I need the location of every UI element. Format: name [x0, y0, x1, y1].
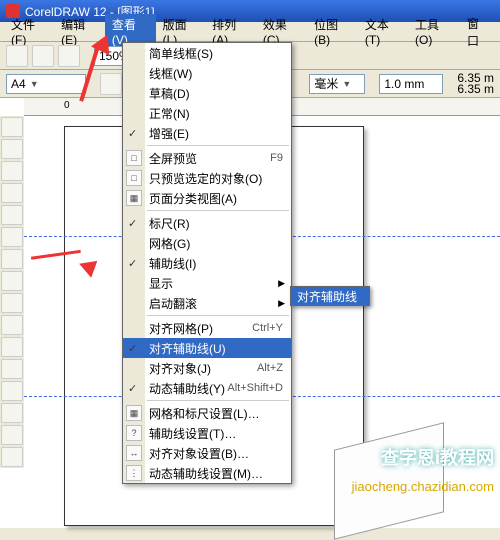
menu-item[interactable]: 正常(N) — [123, 103, 291, 123]
menu-item[interactable]: □全屏预览F9 — [123, 148, 291, 168]
menu-icon: □ — [126, 150, 142, 166]
tool-button[interactable] — [1, 403, 23, 423]
tool-button[interactable] — [1, 337, 23, 357]
menu-bar[interactable]: 文件(F)编辑(E)查看(V)版面(L)排列(A)效果(C)位图(B)文本(T)… — [0, 22, 500, 42]
menu-item[interactable]: 文件(F) — [4, 14, 54, 49]
portrait-button[interactable] — [100, 73, 122, 95]
new-button[interactable] — [6, 45, 28, 67]
menu-item[interactable]: 简单线框(S) — [123, 43, 291, 63]
watermark-text: 查字恩i教程网 — [381, 444, 494, 470]
tool-button[interactable] — [1, 117, 23, 137]
menu-item[interactable]: ▦网格和标尺设置(L)… — [123, 403, 291, 423]
tool-button[interactable] — [1, 205, 23, 225]
tool-button[interactable] — [1, 227, 23, 247]
menu-item[interactable]: ✓标尺(R) — [123, 213, 291, 233]
tool-button[interactable] — [1, 249, 23, 269]
menu-item[interactable]: 网格(G) — [123, 233, 291, 253]
menu-icon: ? — [126, 425, 142, 441]
menu-item[interactable]: 位图(B) — [307, 14, 358, 49]
save-button[interactable] — [58, 45, 80, 67]
menu-icon: ▦ — [126, 405, 142, 421]
menu-item[interactable]: ✓增强(E) — [123, 123, 291, 143]
tool-button[interactable] — [1, 447, 23, 467]
menu-icon: ▦ — [126, 190, 142, 206]
menu-icon: □ — [126, 170, 142, 186]
menu-item[interactable]: 草稿(D) — [123, 83, 291, 103]
menu-item[interactable]: 文本(T) — [358, 14, 408, 49]
menu-item[interactable]: 工具(O) — [408, 14, 460, 49]
menu-item[interactable]: ▦页面分类视图(A) — [123, 188, 291, 208]
menu-item[interactable]: 对齐网格(P)Ctrl+Y — [123, 318, 291, 338]
menu-item[interactable]: ?辅助线设置(T)… — [123, 423, 291, 443]
tool-button[interactable] — [1, 425, 23, 445]
open-button[interactable] — [32, 45, 54, 67]
view-menu-dropdown: 简单线框(S)线框(W)草稿(D)正常(N)✓增强(E) □全屏预览F9□只预览选… — [122, 42, 292, 484]
menu-item[interactable]: ⋮动态辅助线设置(M)… — [123, 463, 291, 483]
menu-item[interactable]: 显示▶ — [123, 273, 291, 293]
tool-button[interactable] — [1, 271, 23, 291]
menu-item[interactable]: ✓对齐辅助线(U) — [123, 338, 291, 358]
tool-button[interactable] — [1, 315, 23, 335]
menu-item[interactable]: 启动翻滚▶ — [123, 293, 291, 313]
menu-item[interactable]: 窗口 — [460, 13, 496, 51]
menu-item[interactable]: □只预览选定的对象(O) — [123, 168, 291, 188]
menu-icon: ↔ — [126, 445, 142, 461]
tool-button[interactable] — [1, 161, 23, 181]
menu-item[interactable]: 线框(W) — [123, 63, 291, 83]
menu-item[interactable]: ✓动态辅助线(Y)Alt+Shift+D — [123, 378, 291, 398]
dimensions-readout: 6.35 m6.35 m — [457, 73, 494, 95]
snap-guidelines-submenu[interactable]: 对齐辅助线 — [290, 286, 370, 306]
tool-button[interactable] — [1, 183, 23, 203]
tool-button[interactable] — [1, 381, 23, 401]
tool-button[interactable] — [1, 359, 23, 379]
paper-size-dropdown[interactable]: A4▼ — [6, 74, 86, 94]
unit-dropdown[interactable]: 毫米▼ — [309, 74, 365, 94]
menu-icon: ⋮ — [126, 465, 142, 481]
nudge-field[interactable]: 1.0 mm — [379, 74, 443, 94]
menu-item[interactable]: 对齐对象(J)Alt+Z — [123, 358, 291, 378]
tool-button[interactable] — [1, 293, 23, 313]
menu-item[interactable]: ✓辅助线(I) — [123, 253, 291, 273]
tool-button[interactable] — [1, 139, 23, 159]
toolbox — [0, 116, 24, 468]
menu-item[interactable]: ↔对齐对象设置(B)… — [123, 443, 291, 463]
watermark-url: jiaocheng.chazidian.com — [352, 479, 494, 494]
